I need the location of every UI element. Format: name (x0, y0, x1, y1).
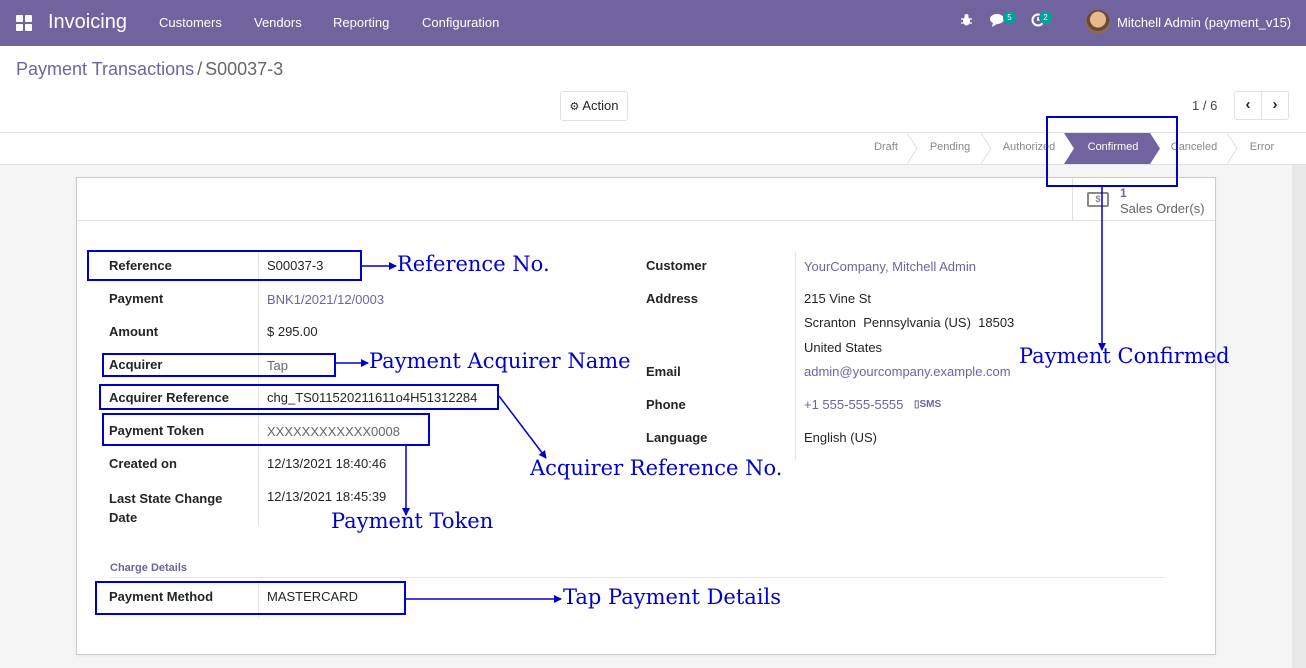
menu-customers[interactable]: Customers (159, 15, 222, 30)
annotation-reference-label: Reference No. (397, 252, 550, 276)
field-value-amount: $ 295.00 (267, 324, 318, 339)
field-value-customer-link[interactable]: YourCompany, Mitchell Admin (804, 259, 976, 274)
address-line: United States (804, 340, 883, 355)
vertical-scrollbar[interactable] (1292, 165, 1306, 668)
field-value-language: English (US) (804, 430, 877, 445)
annotation-box-acquirer-reference (99, 384, 499, 410)
breadcrumb-current: S00037-3 (205, 59, 284, 79)
annotation-payment-token-label: Payment Token (331, 509, 494, 533)
field-label-created-on: Created on (109, 456, 177, 471)
debug-bug-icon[interactable] (960, 13, 973, 30)
breadcrumb: Payment Transactions / S00037-3 (16, 59, 283, 80)
field-label-email: Email (646, 364, 681, 379)
annotation-box-confirmed-stage (1046, 116, 1178, 187)
field-label-address: Address (646, 291, 699, 306)
field-value-email-link[interactable]: admin@yourcompany.example.com (804, 364, 1011, 379)
pager-next-button[interactable]: › (1261, 91, 1289, 120)
top-navbar: Invoicing Customers Vendors Reporting Co… (0, 0, 1306, 46)
annotation-acquirer-label: Payment Acquirer Name (369, 349, 631, 373)
sms-button-label: SMS (919, 399, 942, 410)
annotation-box-payment-token (102, 413, 430, 446)
field-value-payment-link[interactable]: BNK1/2021/12/0003 (267, 292, 384, 307)
stage-separator (906, 133, 918, 164)
sales-orders-label: Sales Order(s) (1120, 201, 1205, 216)
breadcrumb-parent-link[interactable]: Payment Transactions (16, 59, 194, 79)
sales-orders-count: 1 (1120, 186, 1127, 200)
charge-details-separator (110, 577, 1166, 578)
annotation-tap-details-label: Tap Payment Details (563, 585, 781, 609)
field-value-created-on: 12/13/2021 18:40:46 (267, 456, 387, 471)
charge-details-title: Charge Details (110, 562, 188, 574)
user-avatar[interactable] (1086, 10, 1110, 34)
breadcrumb-separator: / (197, 59, 203, 79)
field-label-language: Language (646, 430, 708, 445)
action-button[interactable]: ⚙ Action (560, 91, 628, 121)
pager-value[interactable]: 1 / 6 (1192, 98, 1217, 113)
stage-pending[interactable]: Pending (918, 133, 982, 164)
right-group-divider (795, 252, 796, 460)
stage-separator (980, 133, 992, 164)
smart-button-box: $ 1 Sales Order(s) (77, 178, 1215, 221)
action-button-label: Action (582, 98, 619, 113)
money-icon: $ (1087, 192, 1109, 207)
stage-error[interactable]: Error (1240, 133, 1284, 164)
chevron-right-icon: › (1272, 96, 1278, 113)
annotation-box-acquirer (102, 353, 336, 377)
activities-badge: 2 (1039, 11, 1052, 24)
field-label-last-state-change-date: Last State Change Date (109, 491, 223, 525)
apps-menu-icon[interactable] (16, 15, 32, 31)
gear-icon: ⚙ (569, 101, 580, 113)
stage-draft[interactable]: Draft (864, 133, 908, 164)
annotation-confirmed-label: Payment Confirmed (1019, 344, 1230, 368)
app-name[interactable]: Invoicing (48, 11, 127, 34)
menu-reporting[interactable]: Reporting (333, 15, 389, 30)
field-value-last-state-change-date: 12/13/2021 18:45:39 (267, 489, 387, 504)
field-label-phone: Phone (646, 397, 686, 412)
stage-separator (1226, 133, 1238, 164)
annotation-box-payment-method (95, 581, 406, 615)
messages-badge: 5 (1003, 11, 1016, 24)
address-line: 215 Vine St (804, 291, 871, 306)
field-label-amount: Amount (109, 324, 159, 339)
chevron-left-icon: ‹ (1245, 96, 1251, 113)
address-line: Scranton Pennsylvania (US) 18503 (804, 315, 1015, 330)
field-value-phone-link[interactable]: +1 555-555-5555 (804, 397, 903, 412)
annotation-acquirer-reference-label: Acquirer Reference No. (530, 456, 783, 480)
menu-vendors[interactable]: Vendors (254, 15, 302, 30)
sms-button[interactable]: ▯SMS (914, 399, 941, 410)
user-menu[interactable]: Mitchell Admin (payment_v15) (1117, 15, 1291, 30)
menu-configuration[interactable]: Configuration (422, 15, 499, 30)
pager-previous-button[interactable]: ‹ (1234, 91, 1262, 120)
field-label-payment: Payment (109, 291, 164, 306)
field-label-customer: Customer (646, 258, 707, 273)
annotation-box-reference (87, 250, 362, 281)
